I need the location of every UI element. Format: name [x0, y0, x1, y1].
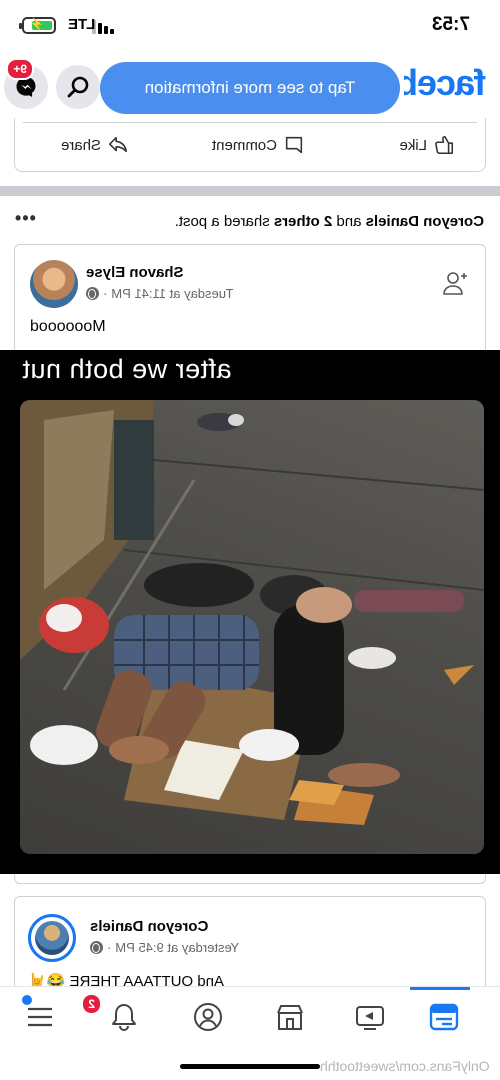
post-meta: Yesterday at 9:45 PM ·	[90, 940, 239, 955]
more-options-icon[interactable]: •••	[14, 208, 36, 229]
app-header: faceb Tap to see more information 9+	[0, 50, 500, 116]
add-friend-icon[interactable]	[440, 268, 470, 298]
globe-icon	[90, 941, 103, 954]
previous-post-card: Like Comment Share	[14, 118, 486, 172]
post-text: Mooooood	[30, 318, 106, 335]
status-time: 7:53	[431, 14, 470, 35]
share-attribution: Coreyon Daniels and 2 others shared a po…	[14, 213, 484, 230]
search-button[interactable]	[56, 65, 100, 109]
menu-notification-dot	[22, 995, 32, 1005]
active-tab-indicator	[410, 987, 470, 990]
home-indicator[interactable]	[180, 1064, 320, 1069]
like-button[interactable]: Like	[399, 134, 455, 156]
meme-image[interactable]: after we both nut	[0, 350, 500, 874]
tab-profile[interactable]	[188, 997, 228, 1037]
divider	[23, 122, 477, 123]
avatar[interactable]	[30, 260, 78, 308]
meta-dot: ·	[103, 286, 108, 301]
like-icon	[435, 135, 454, 155]
and-text: and	[336, 213, 362, 230]
meta-dot: ·	[107, 940, 112, 955]
comment-label: Comment	[211, 136, 277, 154]
video-icon	[356, 1006, 384, 1030]
signal-icon	[92, 20, 114, 34]
tab-feed[interactable]	[424, 997, 464, 1037]
menu-icon	[28, 1007, 52, 1027]
post-author[interactable]: Shavon Elyse	[86, 264, 184, 281]
feed-icon	[429, 1003, 459, 1031]
share-button[interactable]: Share	[61, 134, 129, 156]
profile-icon	[194, 1003, 222, 1031]
battery-icon: ⚡	[22, 17, 56, 34]
post-timestamp[interactable]: Tuesday at 11:41 PM	[111, 286, 233, 301]
tab-marketplace[interactable]: 2	[81, 993, 310, 1037]
shared-suffix: shared a post.	[174, 213, 270, 230]
others-link[interactable]: 2 others	[274, 213, 332, 230]
tab-notifications[interactable]	[104, 997, 144, 1037]
share-label: Share	[60, 136, 101, 154]
network-label: LTE	[68, 16, 96, 33]
mirrored-screen: 7:53 LTE ⚡ faceb Tap to see more informa…	[0, 0, 500, 1080]
notifications-icon	[112, 1004, 136, 1032]
status-bar: 7:53 LTE ⚡	[0, 0, 500, 48]
marketplace-badge: 2	[81, 993, 102, 1015]
globe-icon	[86, 287, 99, 300]
messenger-badge: 9+	[6, 58, 34, 80]
post-author[interactable]: Coreyon Daniels	[90, 918, 208, 935]
search-icon	[67, 76, 89, 98]
street-photo	[20, 400, 484, 854]
photo-scene	[20, 400, 484, 825]
share-icon	[108, 136, 128, 153]
comment-icon	[285, 136, 303, 154]
post-timestamp[interactable]: Yesterday at 9:45 PM	[115, 940, 239, 955]
marketplace-icon	[277, 1005, 303, 1030]
watermark: OnlyFans.com/sweettoothh	[320, 1058, 490, 1074]
info-tooltip[interactable]: Tap to see more information	[100, 62, 400, 114]
sharer-name[interactable]: Coreyon Daniels	[366, 213, 484, 230]
facebook-logo[interactable]: faceb	[404, 62, 486, 106]
meme-caption: after we both nut	[22, 354, 232, 384]
comment-button[interactable]: Comment	[212, 134, 305, 156]
post-meta: Tuesday at 11:41 PM ·	[86, 286, 233, 301]
avatar[interactable]	[28, 914, 76, 962]
like-label: Like	[399, 136, 427, 154]
tab-video[interactable]	[350, 997, 390, 1037]
feed-separator	[0, 186, 500, 196]
